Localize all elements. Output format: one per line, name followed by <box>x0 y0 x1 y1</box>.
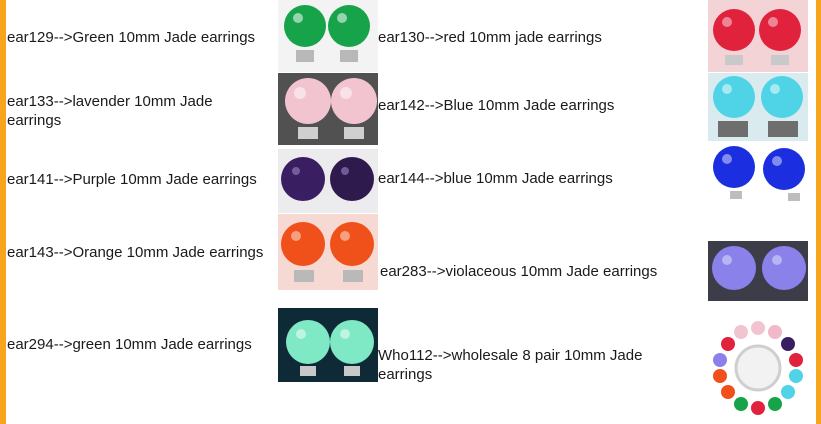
product-image[interactable] <box>708 0 808 72</box>
product-image[interactable] <box>278 0 378 72</box>
product-image[interactable] <box>708 318 808 418</box>
page-frame-left <box>0 0 6 424</box>
product-image[interactable] <box>278 214 378 290</box>
product-link[interactable]: ear143-->Orange 10mm Jade earrings <box>7 243 279 262</box>
violaceous-jade-earrings-icon <box>708 241 808 301</box>
product-link[interactable]: ear294-->green 10mm Jade earrings <box>7 335 275 354</box>
lavender-jade-earrings-icon <box>278 73 378 145</box>
page-frame-right <box>816 0 821 424</box>
assorted-jade-earrings-ring-icon <box>708 318 808 418</box>
product-link[interactable]: ear129-->Green 10mm Jade earrings <box>7 28 275 47</box>
blue-jade-earrings-icon <box>708 73 808 141</box>
product-link[interactable]: ear144-->blue 10mm Jade earrings <box>378 169 678 188</box>
product-link[interactable]: ear141-->Purple 10mm Jade earrings <box>7 170 275 189</box>
product-link[interactable]: ear283-->violaceous 10mm Jade earrings <box>380 262 680 281</box>
product-link[interactable]: Who112-->wholesale 8 pair 10mm Jade earr… <box>378 346 678 384</box>
product-link[interactable]: ear133-->lavender 10mm Jade earrings <box>7 92 267 130</box>
product-image[interactable] <box>278 149 378 213</box>
dark-blue-jade-earrings-icon <box>708 141 808 205</box>
product-link[interactable]: ear130-->red 10mm jade earrings <box>378 28 678 47</box>
product-image[interactable] <box>708 241 808 301</box>
purple-jade-earrings-icon <box>278 149 378 213</box>
product-image[interactable] <box>278 73 378 145</box>
product-link[interactable]: ear142-->Blue 10mm Jade earrings <box>378 96 678 115</box>
mint-jade-earrings-icon <box>278 308 378 382</box>
product-image[interactable] <box>278 308 378 382</box>
product-image[interactable] <box>708 141 808 205</box>
red-jade-earrings-icon <box>708 0 808 72</box>
orange-jade-earrings-icon <box>278 214 378 290</box>
product-image[interactable] <box>708 73 808 141</box>
green-jade-earrings-icon <box>278 0 378 72</box>
